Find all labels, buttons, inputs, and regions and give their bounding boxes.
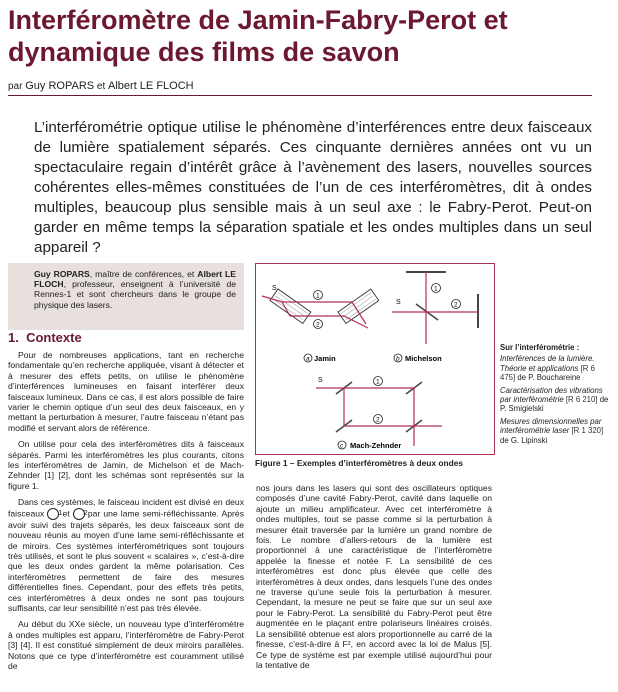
section-title: Contexte — [26, 330, 82, 345]
column-1: Pour de nombreuses applications, tant en… — [8, 350, 244, 677]
sidebar-ref-1: Interférences de la lumière. Théorie et … — [500, 354, 612, 382]
ref-2-code[interactable]: [R 6 210] — [566, 395, 598, 404]
mach-zehnder-diagram: S 1 2 c Mach-Zehnder — [316, 376, 442, 450]
byline-and: et — [96, 81, 106, 92]
article-title: Interféromètre de Jamin-Fabry-Perot et d… — [8, 5, 508, 67]
mz-source-label: S — [318, 377, 323, 384]
figure-caption: Figure 1 – Exemples d’interféromètres à … — [255, 458, 464, 468]
michelson-diagram: S 1 2 b Michelson — [392, 271, 479, 363]
jamin-label: Jamin — [314, 354, 336, 363]
author-2: Albert LE FLOCH — [108, 80, 194, 92]
authorbox-name-1: Guy ROPARS — [34, 269, 90, 279]
col1-paragraph-1: Pour de nombreuses applications, tant en… — [8, 350, 244, 433]
sidebar-ref-3: Mesures dimensionnelles par interféromét… — [500, 417, 612, 445]
interferometer-diagrams: S 1 2 a Jamin S 1 2 b Michelson S 1 2 c … — [261, 271, 479, 450]
beam-2-symbol: 2 — [72, 507, 88, 520]
ref-3-code[interactable]: [R 1 320] — [572, 426, 604, 435]
sidebar-ref-2: Caractérisation des vibrations par inter… — [500, 386, 612, 414]
col1-p3-b: et — [62, 507, 70, 518]
michelson-mark: b — [396, 356, 400, 363]
col1-paragraph-3: Dans ces systèmes, le faisceau incident … — [8, 497, 244, 613]
jamin-plate-1 — [269, 288, 312, 325]
ref-3-author: de G. Lipinski — [500, 435, 548, 445]
col1-p3-c: par une lame semi-réfléchissante. Après … — [8, 507, 244, 613]
author-1: Guy ROPARS — [25, 80, 95, 92]
section-number: 1. — [8, 330, 19, 345]
mz-label: Mach-Zehnder — [350, 441, 401, 450]
col1-paragraph-2: On utilise pour cela des interféromètres… — [8, 439, 244, 491]
col2-paragraph-1: nos jours dans les lasers qui sont des o… — [256, 483, 492, 670]
authorbox-text-2: , professeur, enseignent à l’université … — [34, 279, 236, 310]
michelson-label: Michelson — [405, 354, 442, 363]
michelson-beam-2-label: 2 — [454, 302, 458, 309]
sidebar-title: Sur l’interférométrie : — [500, 343, 580, 352]
jamin-plate-2 — [337, 288, 380, 325]
jamin-beam-2-label: 2 — [316, 322, 320, 329]
ref-1-author: de P. Bouchareine — [517, 373, 581, 383]
section-heading: 1. Contexte — [8, 330, 82, 345]
author-box: Guy ROPARS, maître de conférences, et Al… — [8, 263, 244, 330]
column-2: nos jours dans les lasers qui sont des o… — [256, 483, 492, 670]
figure-1: S 1 2 a Jamin S 1 2 b Michelson S 1 2 c … — [255, 263, 495, 455]
authorbox-text-1: , maître de conférences, et — [89, 269, 195, 279]
sidebar-references: Sur l’interférométrie : Interférences de… — [500, 343, 612, 448]
byline-prefix: par — [8, 81, 23, 92]
header-rule — [8, 95, 592, 96]
jamin-source-label: S — [272, 285, 277, 292]
byline: par Guy ROPARS et Albert LE FLOCH — [8, 80, 194, 92]
jamin-mark: a — [306, 356, 310, 363]
jamin-beam-1-label: 1 — [316, 293, 320, 300]
col1-paragraph-4: Au début du XXe siècle, un nouveau type … — [8, 619, 244, 671]
michelson-beam-1-label: 1 — [434, 286, 438, 293]
jamin-diagram: S 1 2 a Jamin — [261, 285, 380, 363]
article-lead: L’interférométrie optique utilise le phé… — [34, 119, 592, 256]
michelson-source-label: S — [396, 299, 401, 306]
mz-beam-2-label: 2 — [376, 417, 380, 424]
mz-beam-1-label: 1 — [376, 379, 380, 386]
beam-1-symbol: 1 — [47, 507, 62, 520]
